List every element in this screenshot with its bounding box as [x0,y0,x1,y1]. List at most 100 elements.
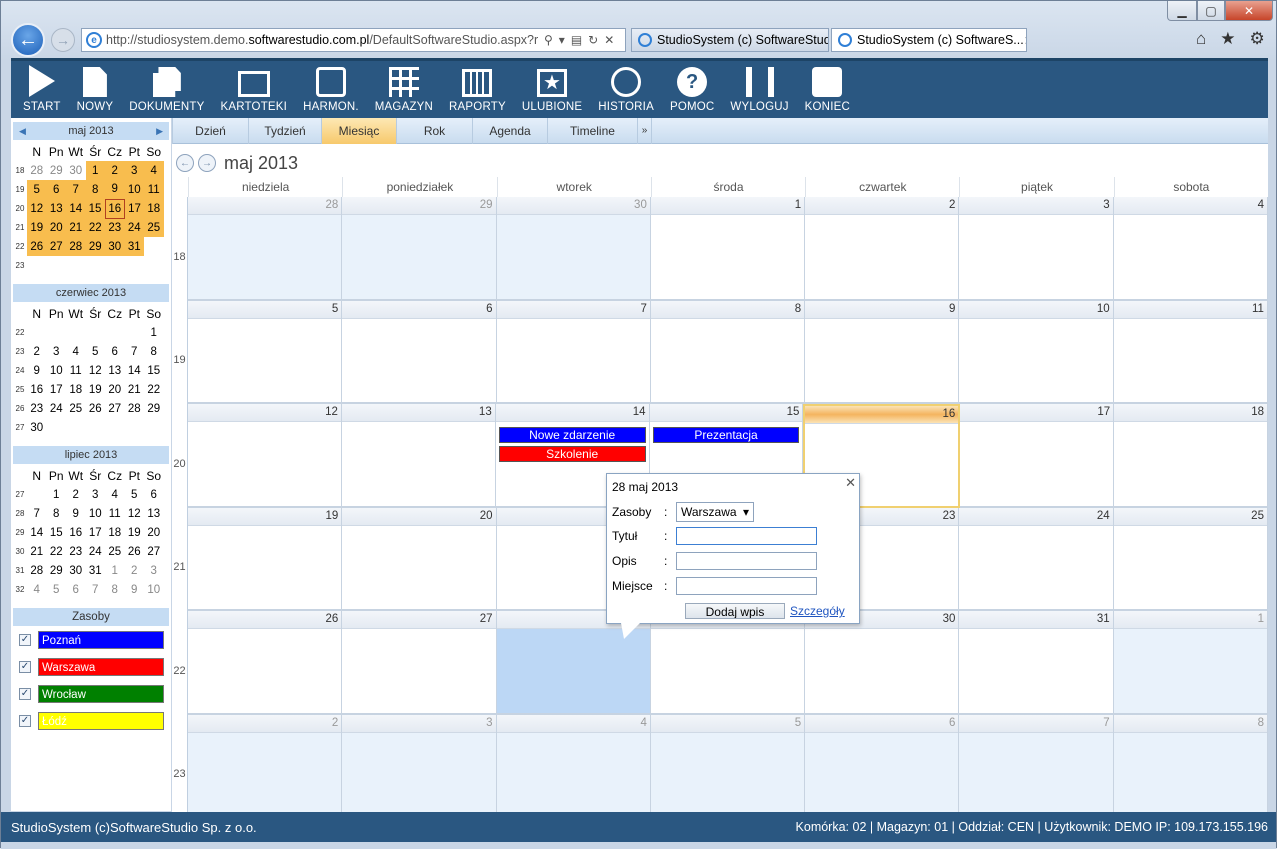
day-cell[interactable]: 6 [805,714,960,818]
compat-view-icon[interactable]: ▤ [571,33,582,47]
mini-calendar-day[interactable]: 11 [66,361,86,380]
mini-calendar-day[interactable]: 19 [125,523,145,542]
mini-calendar-day[interactable]: 24 [86,542,106,561]
mini-calendar-day[interactable]: 7 [66,180,86,199]
mini-calendar-day[interactable]: 24 [124,218,144,237]
resource-select[interactable]: Warszawa ▾ [676,502,754,522]
mini-calendar-day[interactable]: 7 [27,504,47,523]
day-cell[interactable]: 18 [1114,404,1269,508]
day-cell[interactable]: 12 [188,404,342,508]
mini-calendar-day[interactable]: 30 [66,561,86,580]
day-cell[interactable]: 8 [1113,714,1268,818]
day-cell[interactable]: 19 [188,507,343,611]
tab-agenda[interactable]: Agenda [473,118,548,144]
mini-calendar-day[interactable]: 15 [144,361,164,380]
mini-calendar-day[interactable]: 28 [66,237,86,256]
mini-calendar-day[interactable]: 16 [104,198,125,219]
mini-calendar-day[interactable]: 8 [47,504,67,523]
mini-calendar-day[interactable]: 20 [46,218,66,237]
mini-calendar-day[interactable]: 23 [27,399,47,418]
day-cell[interactable]: 5 [650,714,806,818]
mini-calendar-day[interactable]: 26 [125,542,145,561]
mini-calendar-day[interactable]: 28 [27,561,47,580]
mini-calendar-day[interactable]: 26 [86,399,106,418]
settings-gear-icon[interactable]: ⚙ [1250,29,1265,49]
day-cell[interactable]: 31 [959,611,1114,715]
mini-calendar-day[interactable]: 4 [66,342,86,361]
mini-calendar-day[interactable]: 18 [66,380,86,399]
mini-calendar-day[interactable]: 17 [47,380,67,399]
mini-calendar-day[interactable]: 15 [85,199,105,218]
mini-calendar-day[interactable]: 24 [47,399,67,418]
day-cell[interactable]: 29 [342,197,497,301]
mini-calendar-day[interactable]: 14 [27,523,47,542]
day-cell[interactable]: 30 [805,611,960,715]
toolbar-reports-button[interactable]: RAPORTY [441,61,514,116]
mini-calendar-day[interactable]: 5 [27,180,47,199]
mini-calendar-day[interactable]: 14 [125,361,145,380]
refresh-icon[interactable]: ↻ [588,33,598,47]
resource-checkbox[interactable]: ✓ [19,660,31,673]
day-cell[interactable]: 27 [342,611,497,715]
mini-calendar-day[interactable]: 15 [47,523,67,542]
address-bar[interactable]: e http://studiosystem.demo.softwarestudi… [81,28,626,52]
mini-calendar-day[interactable]: 5 [86,342,106,361]
mini-calendar-day[interactable]: 8 [105,580,125,599]
mini-calendar-day[interactable]: 17 [86,523,106,542]
toolbar-logout-button[interactable]: WYLOGUJ [722,61,796,116]
day-cell[interactable]: 28 [188,197,343,301]
browser-tab-active[interactable]: StudioSystem (c) SoftwareS...✕ [831,28,1027,52]
resource-checkbox[interactable]: ✓ [19,687,31,700]
mini-calendar-day[interactable]: 6 [66,580,86,599]
day-cell[interactable]: 26 [188,611,343,715]
toolbar-favorites-button[interactable]: ★ ULUBIONE [514,61,590,116]
mini-calendar-day[interactable]: 2 [27,342,47,361]
minimize-icon[interactable]: ▁ [1167,1,1197,21]
mini-calendar-day[interactable]: 13 [144,504,164,523]
mini-calendar-day[interactable]: 28 [27,161,47,180]
back-button[interactable]: ← [11,23,45,57]
mini-calendar-day[interactable]: 1 [47,485,67,504]
mini-calendar-day[interactable]: 19 [86,380,106,399]
mini-calendar-day[interactable]: 4 [105,485,125,504]
mini-calendar-day[interactable]: 17 [124,199,144,218]
prev-month-arrow-icon[interactable]: ◀ [19,122,26,140]
mini-calendar-day[interactable]: 31 [124,237,144,256]
mini-calendar-day[interactable]: 6 [144,485,164,504]
favorites-star-icon[interactable]: ★ [1220,29,1235,49]
mini-calendar-day[interactable]: 21 [27,542,47,561]
mini-calendar-day[interactable]: 23 [66,542,86,561]
mini-calendar-day[interactable]: 4 [27,580,47,599]
tab-miesiąc[interactable]: Miesiąc [322,118,397,144]
tab-tydzień[interactable]: Tydzień [249,118,322,144]
resource-item[interactable]: ✓ Wrocław [13,680,169,707]
toolbar-history-button[interactable]: HISTORIA [590,61,662,116]
mini-calendar-day[interactable]: 28 [125,399,145,418]
day-cell[interactable]: 24 [959,507,1114,611]
mini-calendar-day[interactable]: 19 [27,218,47,237]
mini-calendar-day[interactable]: 27 [105,399,125,418]
mini-calendar-day[interactable]: 5 [125,485,145,504]
mini-calendar-day[interactable]: 12 [27,199,47,218]
toolbar-records-button[interactable]: KARTOTEKI [213,61,296,116]
mini-calendar-day[interactable]: 8 [85,180,105,199]
tab-timeline[interactable]: Timeline [548,118,638,144]
home-icon[interactable]: ⌂ [1196,29,1206,49]
mini-calendar-day[interactable]: 2 [125,561,145,580]
toolbar-schedule-button[interactable]: HARMON. [295,61,367,116]
mini-calendar-day[interactable]: 22 [144,380,164,399]
mini-calendar-day[interactable]: 11 [144,180,164,199]
mini-calendar-day[interactable]: 29 [47,561,67,580]
mini-calendar-day[interactable]: 4 [144,161,164,180]
mini-calendar-day[interactable]: 31 [86,561,106,580]
toolbar-documents-button[interactable]: DOKUMENTY [121,61,212,116]
toolbar-help-button[interactable]: ? POMOC [662,61,722,116]
mini-calendar-day[interactable]: 6 [105,342,125,361]
mini-calendar-day[interactable]: 12 [125,504,145,523]
tab-rok[interactable]: Rok [397,118,473,144]
mini-calendar-day[interactable]: 21 [125,380,145,399]
mini-calendar-day[interactable]: 18 [144,199,164,218]
mini-calendar-day[interactable]: 5 [47,580,67,599]
stop-icon[interactable]: ✕ [604,33,614,47]
mini-calendar-day[interactable]: 29 [144,399,164,418]
